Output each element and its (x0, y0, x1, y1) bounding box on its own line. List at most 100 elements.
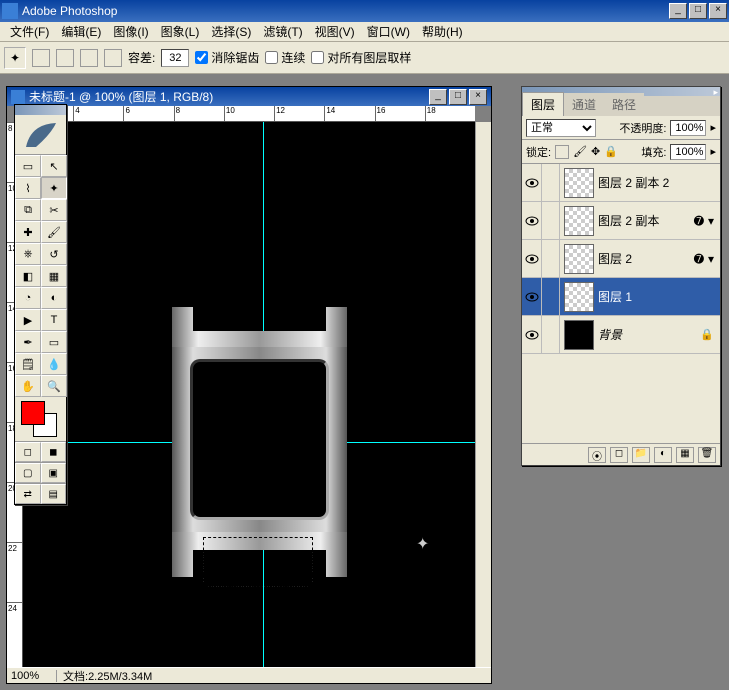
opacity-flyout-icon[interactable]: ▸ (710, 121, 716, 134)
crop-tool[interactable]: ⧉ (15, 199, 41, 221)
layer-name[interactable]: 图层 1 (598, 288, 720, 305)
tolerance-input[interactable] (161, 49, 189, 67)
link-column[interactable] (542, 278, 560, 315)
screen-standard[interactable]: ▢ (15, 463, 41, 483)
doc-close-button[interactable]: × (469, 89, 487, 105)
path-select-tool[interactable]: ▶ (15, 309, 41, 331)
link-column[interactable] (542, 164, 560, 201)
fx-expand-icon[interactable]: ▾ (708, 252, 714, 266)
tab-channels[interactable]: 通道 (564, 93, 604, 116)
move-tool[interactable]: ↖ (41, 155, 67, 177)
layer-row[interactable]: 图层 2 副本 2 (522, 164, 720, 202)
foreground-color-swatch[interactable] (21, 401, 45, 425)
close-button[interactable]: × (709, 3, 727, 19)
adjustment-layer-icon[interactable]: ◐ (654, 447, 672, 463)
ruler-horizontal[interactable]: 246 81012 141618 (23, 106, 475, 122)
layer-thumbnail[interactable] (564, 168, 594, 198)
layer-style-icon[interactable]: ⦿ (588, 447, 606, 463)
contiguous-checkbox[interactable]: 连续 (265, 49, 305, 66)
tab-layers[interactable]: 图层 (522, 92, 564, 116)
lock-image-icon[interactable]: 🖌 (573, 145, 587, 158)
layer-row[interactable]: 图层 1 (522, 278, 720, 316)
panel-menu-icon[interactable]: ▸ (713, 87, 718, 96)
pen-tool[interactable]: ✒ (15, 331, 41, 353)
visibility-toggle-icon[interactable] (522, 240, 542, 277)
link-column[interactable] (542, 316, 560, 353)
layer-set-icon[interactable]: 📁 (632, 447, 650, 463)
tab-paths[interactable]: 路径 (604, 93, 644, 116)
all-layers-checkbox[interactable]: 对所有图层取样 (311, 49, 411, 66)
fx-icon[interactable]: ➐ (694, 214, 704, 228)
marquee-tool[interactable]: ▭ (15, 155, 41, 177)
layer-thumbnail[interactable] (564, 282, 594, 312)
link-column[interactable] (542, 202, 560, 239)
antialias-checkbox[interactable]: 消除锯齿 (195, 49, 259, 66)
menu-view[interactable]: 视图(V) (309, 21, 361, 42)
lock-all-icon[interactable]: 🔒 (604, 145, 618, 158)
layer-mask-icon[interactable]: ◻ (610, 447, 628, 463)
visibility-toggle-icon[interactable] (522, 278, 542, 315)
lasso-tool[interactable]: ⌇ (15, 177, 41, 199)
menu-help[interactable]: 帮助(H) (416, 21, 469, 42)
opacity-input[interactable] (670, 120, 706, 136)
edit-standard-mode[interactable]: ◻ (15, 442, 41, 462)
hand-tool[interactable]: ✋ (15, 375, 41, 397)
canvas[interactable] (23, 122, 475, 667)
eyedropper-tool[interactable]: 💧 (41, 353, 67, 375)
zoom-tool[interactable]: 🔍 (41, 375, 67, 397)
new-layer-icon[interactable]: ▦ (676, 447, 694, 463)
blend-mode-select[interactable]: 正常 (526, 119, 596, 137)
jump-to-imageready[interactable]: ⇄ (15, 484, 41, 504)
type-tool[interactable]: T (41, 309, 67, 331)
doc-minimize-button[interactable]: _ (429, 89, 447, 105)
doc-maximize-button[interactable]: □ (449, 89, 467, 105)
visibility-toggle-icon[interactable] (522, 316, 542, 353)
layer-thumbnail[interactable] (564, 206, 594, 236)
edit-quickmask-mode[interactable]: ◼ (41, 442, 67, 462)
lock-transparent-icon[interactable] (555, 145, 569, 159)
doc-info[interactable]: 文档:2.25M/3.34M (57, 668, 158, 684)
stamp-tool[interactable]: ⎈ (15, 243, 41, 265)
visibility-toggle-icon[interactable] (522, 164, 542, 201)
magic-wand-tool[interactable]: ✦ (41, 177, 67, 199)
screen-full-menu[interactable]: ▣ (41, 463, 67, 483)
layer-name[interactable]: 图层 2 (598, 250, 694, 267)
layer-name[interactable]: 图层 2 副本 2 (598, 174, 720, 191)
scrollbar-vertical[interactable] (475, 122, 491, 667)
delete-layer-icon[interactable]: 🗑 (698, 447, 716, 463)
menu-file[interactable]: 文件(F) (4, 21, 55, 42)
menu-image[interactable]: 图像(I) (107, 21, 154, 42)
toolbox-grip[interactable] (15, 105, 66, 115)
blur-tool[interactable]: ◔ (15, 287, 41, 309)
menu-window[interactable]: 窗口(W) (361, 21, 416, 42)
gradient-tool[interactable]: ▦ (41, 265, 67, 287)
minimize-button[interactable]: _ (669, 3, 687, 19)
eraser-tool[interactable]: ◧ (15, 265, 41, 287)
fill-flyout-icon[interactable]: ▸ (710, 145, 716, 158)
link-column[interactable] (542, 240, 560, 277)
menu-filter[interactable]: 滤镜(T) (257, 21, 308, 42)
layer-thumbnail[interactable] (564, 320, 594, 350)
fill-input[interactable] (670, 144, 706, 160)
fx-expand-icon[interactable]: ▾ (708, 214, 714, 228)
brush-tool[interactable]: 🖌 (41, 221, 67, 243)
lock-position-icon[interactable]: ✥ (591, 145, 600, 158)
visibility-toggle-icon[interactable] (522, 202, 542, 239)
layer-row[interactable]: 图层 2➐▾ (522, 240, 720, 278)
menu-layer[interactable]: 图象(L) (155, 21, 206, 42)
document-titlebar[interactable]: 未标题-1 @ 100% (图层 1, RGB/8) _ □ × (7, 87, 491, 106)
healing-tool[interactable]: ✚ (15, 221, 41, 243)
menu-edit[interactable]: 编辑(E) (55, 21, 107, 42)
marquee-selection[interactable] (203, 537, 313, 587)
shape-tool[interactable]: ▭ (41, 331, 67, 353)
layer-row[interactable]: 背景🔒 (522, 316, 720, 354)
selection-sub-icon[interactable] (80, 49, 98, 67)
layer-name[interactable]: 图层 2 副本 (598, 212, 694, 229)
selection-add-icon[interactable] (56, 49, 74, 67)
dodge-tool[interactable]: ◐ (41, 287, 67, 309)
screen-full[interactable]: ▤ (41, 484, 67, 504)
selection-new-icon[interactable] (32, 49, 50, 67)
history-brush-tool[interactable]: ↺ (41, 243, 67, 265)
maximize-button[interactable]: □ (689, 3, 707, 19)
layer-name[interactable]: 背景 (598, 326, 700, 343)
